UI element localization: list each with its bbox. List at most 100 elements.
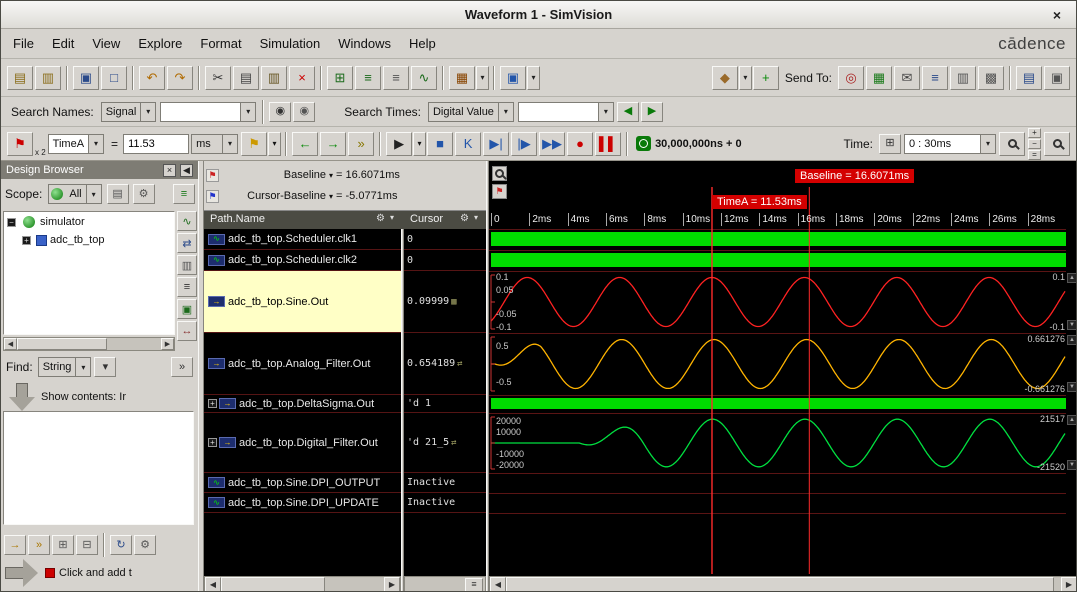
find-more-button[interactable]: » — [171, 357, 193, 377]
track-scale-down-icon[interactable]: ▼ — [1067, 382, 1077, 392]
collapse-icon[interactable]: − — [7, 218, 16, 227]
scope-filter-icon[interactable]: ▤ — [107, 184, 129, 204]
dropdown-arrow-icon[interactable]: ▾ — [75, 358, 90, 376]
menu-windows[interactable]: Windows — [336, 34, 393, 53]
search-names-type-combo[interactable]: Signal ▾ — [101, 102, 157, 122]
signal-cursor-value-cell[interactable]: 0.654189⇄ — [404, 333, 486, 395]
zoom-in-icon[interactable] — [999, 132, 1025, 156]
find-history-icon[interactable]: ▾ — [94, 357, 116, 377]
zoom-minus-icon[interactable]: − — [1028, 139, 1041, 149]
step-over-icon[interactable]: |▶ — [511, 132, 537, 156]
signal-options-icon[interactable]: ∿ — [411, 66, 437, 90]
scroll-right-icon[interactable]: ▶ — [384, 577, 400, 592]
gear-icon[interactable]: ⚙ — [460, 213, 469, 224]
dropdown-arrow-icon[interactable]: ▾ — [329, 192, 333, 201]
strip-waveform-icon[interactable]: ∿ — [177, 211, 197, 231]
record-icon[interactable]: ● — [567, 132, 593, 156]
dropdown-arrow-icon[interactable]: ▾ — [222, 135, 237, 153]
workspace-icon[interactable]: ◆ — [712, 66, 738, 90]
design-browser-header[interactable]: Design Browser × ◀ — [1, 161, 198, 179]
menu-help[interactable]: Help — [407, 34, 438, 53]
create-group-icon[interactable]: ⊞ — [327, 66, 353, 90]
send-to-target-icon[interactable]: ◎ — [838, 66, 864, 90]
time-range-combo[interactable]: 0 : 30ms ▾ — [904, 134, 996, 154]
signal-cursor-value-cell[interactable]: 0 — [404, 250, 486, 271]
strip-console-icon[interactable]: ≡ — [177, 277, 197, 297]
scroll-left-icon[interactable]: ◀ — [490, 577, 506, 592]
chart-menu-arrow-icon[interactable]: ▾ — [476, 66, 489, 90]
range-grid-icon[interactable]: ⊞ — [879, 134, 901, 154]
duplicate-window-icon[interactable]: ▣ — [73, 66, 99, 90]
signal-row[interactable]: →adc_tb_top.Sine.Out — [204, 271, 401, 333]
dropdown-arrow-icon[interactable]: ▾ — [86, 185, 101, 203]
scrollbar-track[interactable] — [17, 338, 161, 350]
scrollbar-track[interactable] — [506, 577, 1061, 592]
cursor-time-input[interactable] — [123, 134, 189, 154]
zoom-equal-icon[interactable]: = — [1028, 150, 1041, 160]
collapse-all-icon[interactable]: ⊟ — [76, 535, 98, 555]
expand-bus-icon[interactable]: ≡ — [355, 66, 381, 90]
refresh-tree-icon[interactable]: ↻ — [110, 535, 132, 555]
names-hscrollbar[interactable]: ◀ ▶ — [204, 576, 401, 592]
goto-time-icon[interactable]: » — [348, 132, 374, 156]
search-times-type-combo[interactable]: Digital Value ▾ — [428, 102, 514, 122]
gear-icon[interactable]: ⚙ — [376, 213, 385, 224]
search-prev-icon[interactable]: ◉ — [269, 102, 291, 122]
send-to-schematic-icon[interactable]: ▦ — [866, 66, 892, 90]
signal-cursor-value-cell[interactable]: 0.09999▦ — [404, 271, 486, 333]
strip-columns-icon[interactable]: ▥ — [177, 255, 197, 275]
search-time-next-icon[interactable]: ▶ — [641, 102, 663, 122]
strip-hierarchy-icon[interactable]: ▣ — [177, 299, 197, 319]
tree-settings-icon[interactable]: ⚙ — [134, 535, 156, 555]
dropdown-arrow-icon[interactable]: ▾ — [268, 132, 281, 156]
cut-icon[interactable]: ✂ — [205, 66, 231, 90]
send-to-memory-icon[interactable]: ▩ — [978, 66, 1004, 90]
interrupt-icon[interactable]: ■ — [427, 132, 453, 156]
waveform-canvas[interactable]: ⚑ Baseline = 16.6071ms TimeA = 11.53ms 0… — [489, 161, 1077, 592]
send-to-source-icon[interactable]: ✉ — [894, 66, 920, 90]
paste-icon[interactable]: ▥ — [261, 66, 287, 90]
collapse-bus-icon[interactable]: ≡ — [383, 66, 409, 90]
search-times-input[interactable]: ▾ — [518, 102, 614, 122]
zoom-region-icon[interactable] — [492, 166, 507, 181]
menu-edit[interactable]: Edit — [50, 34, 76, 53]
name-column-header[interactable]: Path.Name — [210, 213, 265, 225]
new-window-icon[interactable]: □ — [101, 66, 127, 90]
dropdown-arrow-icon[interactable]: ▾ — [329, 171, 333, 180]
run-to-icon[interactable]: ▶▶ — [539, 132, 565, 156]
dropdown-arrow-icon[interactable]: ▾ — [498, 103, 513, 121]
copy-icon[interactable]: ▤ — [233, 66, 259, 90]
scrollbar-thumb[interactable] — [506, 577, 1054, 592]
strip-detach-icon[interactable]: ↔ — [177, 321, 197, 341]
add-window-icon[interactable]: + — [753, 66, 779, 90]
signal-row[interactable]: ∿adc_tb_top.Sine.DPI_OUTPUT — [204, 473, 401, 493]
scrollbar-thumb[interactable] — [17, 338, 107, 350]
signal-cursor-value-cell[interactable]: 0 — [404, 229, 486, 250]
pause-record-icon[interactable]: ▌▌ — [595, 132, 621, 156]
dropdown-arrow-icon[interactable]: ▾ — [88, 135, 103, 153]
track-scale-down-icon[interactable]: ▼ — [1067, 320, 1077, 330]
dropdown-arrow-icon[interactable]: ▾ — [598, 103, 613, 121]
scroll-right-icon[interactable]: ▶ — [161, 338, 174, 350]
add-all-to-waveform-icon[interactable]: » — [28, 535, 50, 555]
cursor-marker-icon[interactable]: ⚑ — [206, 190, 219, 203]
delete-icon[interactable]: × — [289, 66, 315, 90]
scope-combo[interactable]: All ▾ — [48, 184, 101, 204]
tree-hscrollbar[interactable]: ◀ ▶ — [3, 337, 175, 351]
signal-row[interactable]: +→adc_tb_top.DeltaSigma.Out — [204, 395, 401, 413]
undo-icon[interactable]: ↶ — [139, 66, 165, 90]
save-waveform-icon[interactable]: ▤ — [7, 66, 33, 90]
cursor-column-header[interactable]: Cursor — [410, 213, 443, 225]
signal-row[interactable]: ∿adc_tb_top.Scheduler.clk2 — [204, 250, 401, 271]
signal-cursor-value-cell[interactable]: 'd 1 — [404, 395, 486, 413]
dropdown-arrow-icon[interactable]: ▾ — [390, 213, 394, 222]
dropdown-arrow-icon[interactable]: ▾ — [474, 213, 478, 222]
marker-options-icon[interactable]: ⚑ — [241, 132, 267, 156]
titlebar[interactable]: Waveform 1 - SimVision × — [1, 1, 1076, 29]
signal-row[interactable]: +→adc_tb_top.Digital_Filter.Out — [204, 413, 401, 473]
timea-badge[interactable]: TimeA = 11.53ms — [712, 195, 807, 209]
reset-icon[interactable]: K — [455, 132, 481, 156]
search-next-icon[interactable]: ◉ — [293, 102, 315, 122]
scope-settings-icon[interactable]: ⚙ — [133, 184, 155, 204]
menu-simulation[interactable]: Simulation — [258, 34, 323, 53]
